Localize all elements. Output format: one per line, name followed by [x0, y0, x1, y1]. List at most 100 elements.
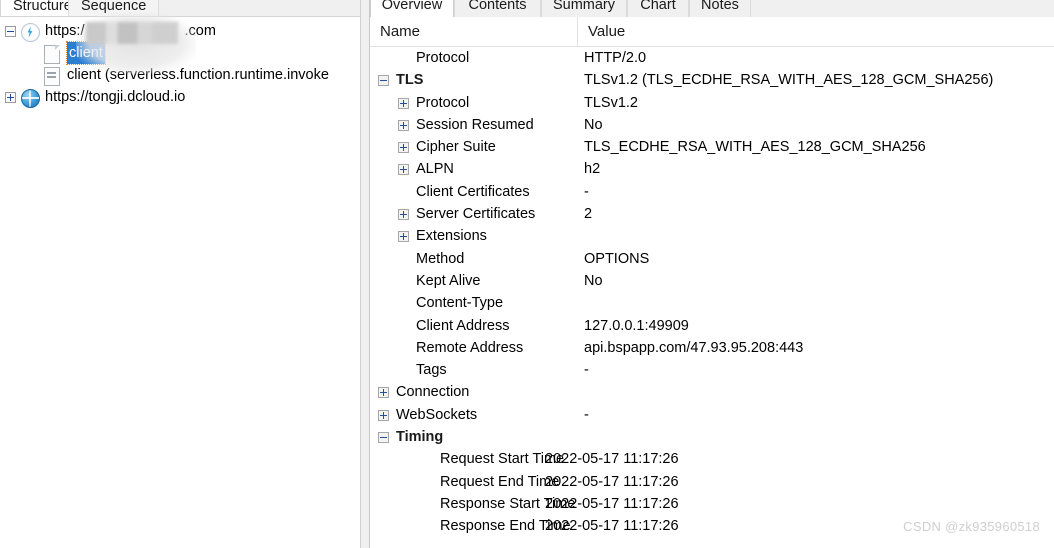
row-value: - — [584, 362, 589, 379]
table-row[interactable]: Server Certificates 2 — [370, 203, 1054, 225]
row-value: TLS_ECDHE_RSA_WITH_AES_128_GCM_SHA256 — [584, 139, 926, 156]
row-name: Kept Alive — [416, 272, 481, 289]
row-name: Request End Time — [440, 473, 560, 490]
table-row[interactable]: Protocol TLSv1.2 — [370, 92, 1054, 114]
collapse-icon[interactable] — [378, 432, 389, 444]
table-row[interactable]: Response Start Time 2022-05-17 11:17:26 — [370, 493, 1054, 515]
row-value: OPTIONS — [584, 250, 650, 267]
row-value: 2022-05-17 11:17:26 — [545, 451, 679, 468]
table-row[interactable]: Session Resumed No — [370, 114, 1054, 136]
row-name: Remote Address — [416, 339, 524, 356]
page-lines-icon — [43, 66, 61, 86]
row-value: 127.0.0.1:49909 — [584, 317, 689, 334]
row-name: Timing — [396, 429, 444, 446]
table-row[interactable]: Client Address 127.0.0.1:49909 — [370, 315, 1054, 337]
row-name: Cipher Suite — [416, 139, 496, 156]
panel-splitter[interactable] — [360, 0, 370, 548]
table-row[interactable]: Tags - — [370, 359, 1054, 381]
column-header-value[interactable]: Value — [578, 17, 778, 46]
row-name: Server Certificates — [416, 206, 536, 223]
column-header-name[interactable]: Name — [370, 17, 578, 46]
expand-icon[interactable] — [398, 231, 409, 243]
tree-node-label: client — [66, 41, 106, 65]
expand-icon[interactable] — [398, 142, 409, 154]
table-row[interactable]: Connection — [370, 381, 1054, 403]
lightning-bolt-icon — [21, 22, 40, 42]
expand-icon[interactable] — [398, 119, 409, 131]
tree-node[interactable]: client (serverless.function.runtime.invo… — [0, 64, 360, 86]
left-tab-sequence[interactable]: Sequence — [68, 0, 160, 16]
row-name: Protocol — [416, 94, 470, 111]
detail-tab-summary[interactable]: Summary — [541, 0, 627, 17]
globe-icon-glyph — [21, 89, 40, 108]
collapse-icon[interactable] — [5, 25, 16, 37]
detail-tab-overview[interactable]: Overview — [370, 0, 454, 17]
row-name: Client Certificates — [416, 183, 530, 200]
row-value: No — [584, 116, 603, 133]
row-name: WebSockets — [396, 406, 478, 423]
globe-icon — [21, 88, 40, 108]
page-icon — [43, 44, 61, 64]
tree-node-label: client (serverless.function.runtime.invo… — [67, 67, 329, 83]
session-tree[interactable]: https:/ .com client client (serverless.func… — [0, 12, 360, 548]
tree-node-label: https:/ — [45, 23, 85, 39]
row-name: Extensions — [416, 228, 487, 245]
expand-icon[interactable] — [398, 164, 409, 176]
table-row[interactable]: Request End Time 2022-05-17 11:17:26 — [370, 471, 1054, 493]
table-row[interactable]: Remote Address api.bspapp.com/47.93.95.20… — [370, 337, 1054, 359]
structure-panel: Structure Sequence https:/ .com client clien… — [0, 0, 360, 548]
row-value: api.bspapp.com/47.93.95.208:443 — [584, 339, 804, 356]
table-row[interactable]: Method OPTIONS — [370, 248, 1054, 270]
table-row[interactable]: WebSockets - — [370, 404, 1054, 426]
row-name: Client Address — [416, 317, 510, 334]
table-row[interactable]: Content-Type — [370, 292, 1054, 314]
left-tab-bar: Structure Sequence — [0, 0, 360, 17]
row-name: Session Resumed — [416, 116, 534, 133]
row-value: 2022-05-17 11:17:26 — [545, 495, 679, 512]
row-value: HTTP/2.0 — [584, 50, 647, 66]
expand-icon[interactable] — [398, 97, 409, 109]
tree-node[interactable]: https://tongji.dcloud.io — [0, 86, 360, 108]
page-icon-glyph — [44, 45, 60, 64]
row-value: 2022-05-17 11:17:26 — [545, 518, 679, 535]
row-value: 2022-05-17 11:17:26 — [545, 473, 679, 490]
detail-tab-contents[interactable]: Contents — [454, 0, 541, 17]
table-row[interactable]: TLS TLSv1.2 (TLS_ECDHE_RSA_WITH_AES_128_G… — [370, 69, 1054, 91]
expand-icon[interactable] — [378, 387, 389, 399]
expand-icon[interactable] — [5, 91, 16, 103]
expand-icon[interactable] — [378, 409, 389, 421]
table-header: Name Value — [370, 17, 1054, 47]
table-row[interactable]: Timing — [370, 426, 1054, 448]
detail-tab-bar: Overview Contents Summary Chart Notes — [370, 0, 1054, 17]
app-window: Structure Sequence https:/ .com client clien… — [0, 0, 1054, 548]
overview-table-body: Protocol HTTP/2.0 TLS TLSv1.2 (TLS_ECDHE_RS… — [370, 47, 1054, 548]
expand-icon[interactable] — [398, 209, 409, 221]
row-value: TLSv1.2 — [584, 94, 638, 111]
tree-node-label-suffix: .com — [184, 23, 216, 39]
table-row[interactable]: Protocol HTTP/2.0 — [370, 47, 1054, 69]
detail-tab-notes[interactable]: Notes — [689, 0, 751, 17]
row-value: h2 — [584, 161, 601, 178]
table-row[interactable]: Cipher Suite TLS_ECDHE_RSA_WITH_AES_128_G… — [370, 136, 1054, 158]
row-name: Connection — [396, 384, 470, 401]
redacted-hostname — [86, 22, 178, 44]
tree-node-label: https://tongji.dcloud.io — [45, 89, 186, 105]
detail-tab-chart[interactable]: Chart — [627, 0, 689, 17]
row-name: Content-Type — [416, 295, 504, 312]
row-value: - — [584, 183, 589, 200]
table-row[interactable]: Response End Time 2022-05-17 11:17:26 — [370, 515, 1054, 537]
table-row[interactable]: ALPN h2 — [370, 158, 1054, 180]
tree-node[interactable]: https:/ .com — [0, 20, 360, 42]
row-value: No — [584, 272, 603, 289]
row-name: TLS — [396, 72, 424, 89]
table-row[interactable]: Kept Alive No — [370, 270, 1054, 292]
table-row[interactable]: Request Start Time 2022-05-17 11:17:26 — [370, 448, 1054, 470]
table-row[interactable]: Extensions — [370, 225, 1054, 247]
row-value: TLSv1.2 (TLS_ECDHE_RSA_WITH_AES_128_GCM_… — [584, 72, 994, 89]
collapse-icon[interactable] — [378, 75, 389, 87]
tree-node[interactable]: client — [0, 41, 360, 65]
row-name: Method — [416, 250, 465, 267]
table-row[interactable]: Client Certificates - — [370, 181, 1054, 203]
